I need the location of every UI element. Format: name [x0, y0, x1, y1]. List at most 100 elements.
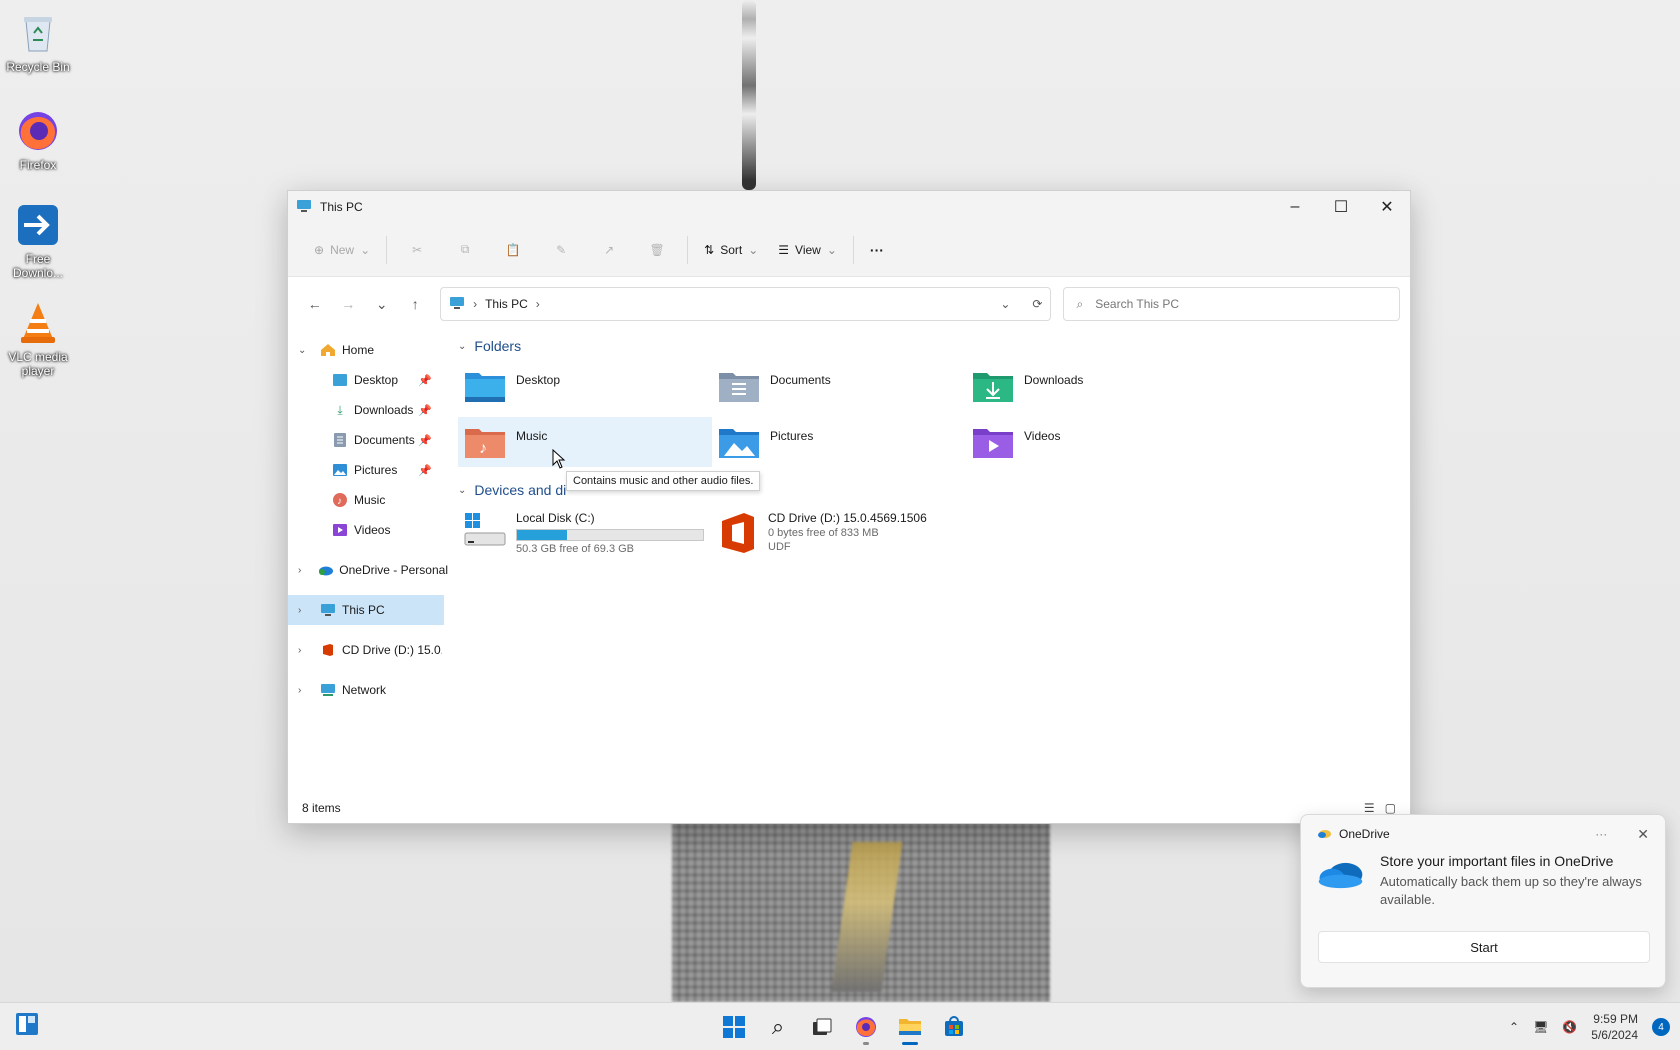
view-button[interactable]: ☰ View ⌄: [768, 234, 847, 266]
content-pane: ⌄ Folders Desktop Documents Downloads ♪: [448, 331, 1410, 793]
nav-item-music[interactable]: ♪ Music: [288, 485, 448, 515]
chevron-down-icon[interactable]: ⌄: [298, 345, 312, 356]
recent-locations-chevron-icon[interactable]: ⌄: [365, 287, 399, 321]
drive-free-space: 0 bytes free of 833 MB: [768, 527, 879, 539]
drive-free-space: 50.3 GB free of 69.3 GB: [516, 543, 635, 555]
chevron-down-icon: ⌄: [360, 242, 371, 257]
address-bar[interactable]: › This PC › ⌄ ⟳: [440, 287, 1052, 321]
nav-label: Desktop: [354, 373, 399, 387]
address-row: ← → ⌄ ↑ › This PC › ⌄ ⟳ ⌕ Search This PC: [288, 277, 1410, 331]
share-icon[interactable]: ↗: [585, 234, 633, 266]
start-button[interactable]: [716, 1007, 752, 1047]
folder-tile-videos[interactable]: Videos: [966, 417, 1220, 467]
nav-item-network[interactable]: › Network: [288, 675, 448, 705]
taskbar-store[interactable]: [936, 1007, 972, 1047]
new-button[interactable]: ⊕ New ⌄: [304, 234, 380, 266]
toast-close-icon[interactable]: ✕: [1637, 826, 1649, 843]
svg-text:♪: ♪: [337, 496, 342, 507]
windows-drive-icon: [464, 513, 506, 546]
desktop-icon-vlc[interactable]: VLC media player: [4, 300, 72, 378]
folder-tile-pictures[interactable]: Pictures: [712, 417, 966, 467]
copy-icon[interactable]: ⧉: [441, 234, 489, 266]
breadcrumb-chevron-icon[interactable]: ›: [536, 297, 540, 311]
refresh-icon[interactable]: ⟳: [1032, 297, 1042, 311]
chevron-right-icon[interactable]: ›: [298, 685, 312, 696]
chevron-right-icon[interactable]: ›: [298, 565, 309, 576]
nav-item-documents[interactable]: Documents 📌: [288, 425, 448, 455]
folder-tile-desktop[interactable]: Desktop: [458, 361, 712, 411]
address-dropdown-icon[interactable]: ⌄: [1000, 297, 1010, 311]
nav-item-videos[interactable]: Videos: [288, 515, 448, 545]
search-box[interactable]: ⌕ Search This PC: [1063, 287, 1400, 321]
pictures-folder-icon: [719, 429, 759, 458]
drive-filesystem: UDF: [768, 541, 791, 553]
more-options-button[interactable]: ···: [860, 234, 894, 266]
tiles-view-icon[interactable]: ▢: [1385, 801, 1396, 815]
nav-item-pictures[interactable]: Pictures 📌: [288, 455, 448, 485]
rename-icon[interactable]: ✎: [537, 234, 585, 266]
toast-app-name: OneDrive: [1339, 827, 1390, 841]
desktop-icon-label: Free Downlo...: [12, 252, 64, 280]
forward-arrow-icon[interactable]: →: [332, 287, 366, 321]
command-bar: ⊕ New ⌄ ✂ ⧉ 📋 ✎ ↗ 🗑 ⇅ Sort ⌄ ☰ View ⌄ ··…: [288, 223, 1410, 277]
toast-description: Automatically back them up so they're al…: [1380, 874, 1642, 907]
folder-name: Desktop: [516, 373, 561, 387]
nav-item-onedrive[interactable]: › OneDrive - Personal: [288, 555, 448, 585]
toast-start-button[interactable]: Start: [1318, 931, 1650, 963]
widgets-button[interactable]: [14, 1011, 40, 1040]
toolbar-separator: [687, 235, 689, 264]
delete-icon[interactable]: 🗑: [633, 234, 681, 266]
download-arrow-icon: ⤓: [337, 402, 343, 417]
folders-section-header[interactable]: ⌄ Folders: [458, 331, 1410, 361]
drive-tile-cd-drive[interactable]: CD Drive (D:) 15.0.4569.1506 0 bytes fre…: [712, 505, 966, 565]
desktop-icon-free-download[interactable]: Free Downlo...: [4, 202, 72, 280]
sort-icon: ⇅: [704, 242, 715, 257]
minimize-button[interactable]: –: [1272, 191, 1318, 223]
notification-badge[interactable]: 4: [1652, 1018, 1670, 1036]
nav-label: Home: [342, 343, 375, 357]
home-icon: [320, 342, 336, 358]
nav-item-downloads[interactable]: ⤓ Downloads 📌: [288, 395, 448, 425]
folder-tile-downloads[interactable]: Downloads: [966, 361, 1220, 411]
chevron-right-icon[interactable]: ›: [298, 645, 312, 656]
folder-tile-documents[interactable]: Documents: [712, 361, 966, 411]
pin-icon: 📌: [418, 434, 432, 447]
desktop-icon-recycle-bin[interactable]: Recycle Bin: [4, 10, 72, 74]
task-view-button[interactable]: [804, 1007, 840, 1047]
breadcrumb-chevron-icon[interactable]: ›: [473, 297, 477, 311]
search-icon: ⌕: [1076, 296, 1084, 311]
cut-icon[interactable]: ✂: [393, 234, 441, 266]
videos-icon: [332, 522, 348, 538]
toast-more-options[interactable]: ···: [1595, 827, 1607, 841]
clock-date: 5/6/2024: [1591, 1028, 1638, 1042]
view-label: View: [795, 242, 821, 257]
view-icon: ☰: [778, 242, 790, 257]
up-arrow-icon[interactable]: ↑: [399, 287, 433, 321]
chevron-right-icon[interactable]: ›: [298, 605, 312, 616]
desktop-icon-firefox[interactable]: Firefox: [4, 108, 72, 172]
nav-item-desktop[interactable]: Desktop 📌: [288, 365, 448, 395]
nav-item-cd-drive[interactable]: › CD Drive (D:) 15.0.45: [288, 635, 448, 665]
show-hidden-icons-chevron-icon[interactable]: ⌃: [1509, 1020, 1519, 1034]
this-pc-icon: [449, 296, 465, 313]
volume-muted-icon[interactable]: 🔇: [1562, 1020, 1577, 1034]
taskbar-file-explorer[interactable]: [892, 1007, 928, 1047]
taskbar-firefox[interactable]: [848, 1007, 884, 1047]
documents-icon: [332, 432, 348, 448]
back-arrow-icon[interactable]: ←: [298, 287, 332, 321]
maximize-button[interactable]: ☐: [1318, 191, 1364, 223]
taskbar-clock[interactable]: 9:59 PM 5/6/2024: [1591, 1011, 1638, 1043]
nav-item-this-pc[interactable]: › This PC: [288, 595, 444, 625]
search-button[interactable]: ⌕: [760, 1007, 796, 1047]
svg-text:♪: ♪: [479, 440, 487, 457]
close-button[interactable]: ✕: [1364, 191, 1410, 223]
paste-icon[interactable]: 📋: [489, 234, 537, 266]
network-status-icon[interactable]: 🖥: [1533, 1020, 1548, 1034]
details-view-icon[interactable]: ☰: [1364, 801, 1375, 815]
nav-item-home[interactable]: ⌄ Home: [288, 335, 448, 365]
breadcrumb-this-pc[interactable]: This PC: [485, 297, 528, 311]
sort-button[interactable]: ⇅ Sort ⌄: [694, 234, 768, 266]
title-bar[interactable]: This PC – ☐ ✕: [288, 191, 1410, 223]
folder-tile-music[interactable]: ♪ Music: [458, 417, 712, 467]
drive-tile-local-disk[interactable]: Local Disk (C:) 50.3 GB free of 69.3 GB: [458, 505, 712, 565]
